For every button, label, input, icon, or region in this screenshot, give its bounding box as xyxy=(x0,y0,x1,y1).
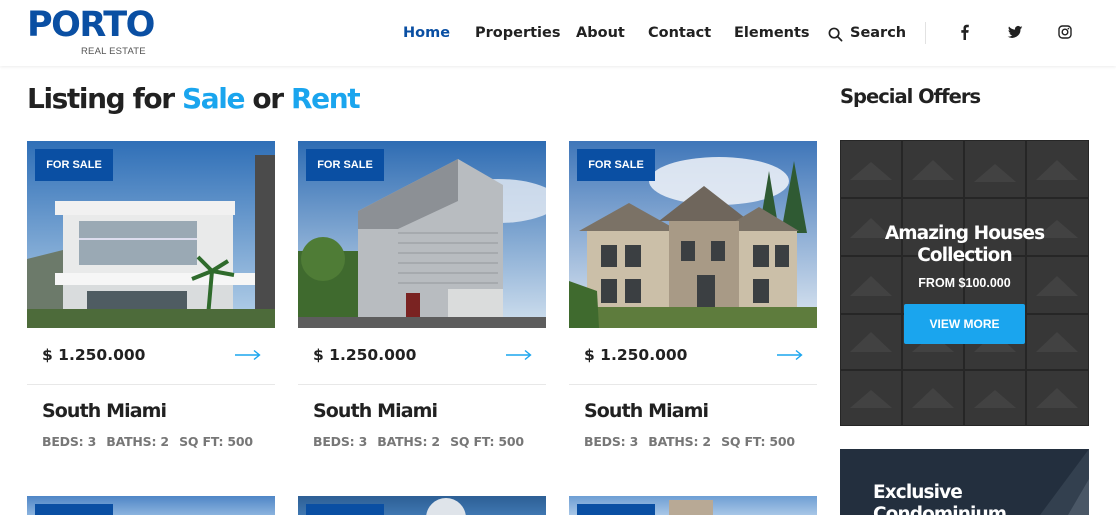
status-badge xyxy=(35,504,113,515)
building-shape xyxy=(426,498,466,515)
property-image[interactable]: FOR SALE xyxy=(298,141,546,328)
nav-item-home[interactable]: Home xyxy=(403,22,450,44)
property-specs: BEDS: 3 BATHS: 2 SQ FT: 500 xyxy=(584,434,801,449)
status-badge: FOR SALE xyxy=(35,149,113,181)
property-name[interactable]: South Miami xyxy=(584,400,709,422)
special-offer-card[interactable]: Amazing Houses Collection FROM $100.000 V… xyxy=(840,140,1089,426)
offer-title-line: Amazing Houses xyxy=(884,223,1045,244)
offer-title: Exclusive Condominium xyxy=(873,482,1007,515)
title-part-sale: Sale xyxy=(182,82,245,115)
status-badge xyxy=(577,504,655,515)
property-name[interactable]: South Miami xyxy=(313,400,438,422)
property-specs: BEDS: 3 BATHS: 2 SQ FT: 500 xyxy=(42,434,259,449)
site-header: PORTO REAL ESTATE Home Properties About … xyxy=(0,0,1116,66)
arrow-right-icon[interactable] xyxy=(777,349,803,361)
facebook-icon[interactable] xyxy=(956,23,974,41)
status-badge: FOR SALE xyxy=(577,149,655,181)
property-image[interactable]: FOR SALE xyxy=(27,141,275,328)
nav-item-about[interactable]: About xyxy=(576,22,625,44)
offer-title-line: Condominium xyxy=(873,504,1007,515)
sqft-value: SQ FT: 500 xyxy=(721,434,795,449)
title-part-rent: Rent xyxy=(291,82,361,115)
sqft-value: SQ FT: 500 xyxy=(179,434,253,449)
property-image[interactable] xyxy=(27,496,275,515)
offer-title-line: Collection xyxy=(917,245,1012,266)
property-price: $ 1.250.000 xyxy=(42,346,146,364)
nav-item-elements[interactable]: Elements xyxy=(734,22,810,44)
building-shape xyxy=(669,500,713,515)
card-divider xyxy=(298,384,546,385)
property-image[interactable]: FOR SALE xyxy=(569,141,817,328)
status-badge: FOR SALE xyxy=(306,149,384,181)
special-offer-card[interactable]: Exclusive Condominium xyxy=(840,449,1089,515)
logo[interactable]: PORTO REAL ESTATE xyxy=(27,5,155,60)
nav-divider xyxy=(925,22,926,44)
search-icon[interactable] xyxy=(828,27,843,42)
title-part-listing: Listing for xyxy=(27,82,182,115)
property-price: $ 1.250.000 xyxy=(313,346,417,364)
property-name[interactable]: South Miami xyxy=(42,400,167,422)
card-divider xyxy=(569,384,817,385)
nav-item-contact[interactable]: Contact xyxy=(648,22,711,44)
offer-title-line: Exclusive xyxy=(873,482,963,503)
property-price: $ 1.250.000 xyxy=(584,346,688,364)
baths-value: BATHS: 2 xyxy=(106,434,169,449)
status-badge xyxy=(306,504,384,515)
title-part-or: or xyxy=(244,82,292,115)
instagram-icon[interactable] xyxy=(1056,23,1074,41)
view-more-button[interactable]: VIEW MORE xyxy=(904,304,1025,344)
nav-item-properties[interactable]: Properties xyxy=(475,22,560,44)
page-title: Listing for Sale or Rent xyxy=(27,82,361,115)
beds-value: BEDS: 3 xyxy=(313,434,368,449)
property-specs: BEDS: 3 BATHS: 2 SQ FT: 500 xyxy=(313,434,530,449)
sqft-value: SQ FT: 500 xyxy=(450,434,524,449)
offer-title: Amazing Houses Collection xyxy=(840,223,1089,267)
beds-value: BEDS: 3 xyxy=(42,434,97,449)
arrow-right-icon[interactable] xyxy=(235,349,261,361)
property-image[interactable] xyxy=(298,496,546,515)
baths-value: BATHS: 2 xyxy=(377,434,440,449)
logo-text: PORTO xyxy=(27,5,155,45)
twitter-icon[interactable] xyxy=(1006,23,1024,41)
offer-subtitle: FROM $100.000 xyxy=(918,276,1011,290)
property-image[interactable] xyxy=(569,496,817,515)
logo-subtitle: REAL ESTATE xyxy=(81,46,146,57)
card-divider xyxy=(27,384,275,385)
baths-value: BATHS: 2 xyxy=(648,434,711,449)
beds-value: BEDS: 3 xyxy=(584,434,639,449)
arrow-right-icon[interactable] xyxy=(506,349,532,361)
sidebar-title: Special Offers xyxy=(840,85,981,108)
nav-item-search[interactable]: Search xyxy=(850,22,906,44)
